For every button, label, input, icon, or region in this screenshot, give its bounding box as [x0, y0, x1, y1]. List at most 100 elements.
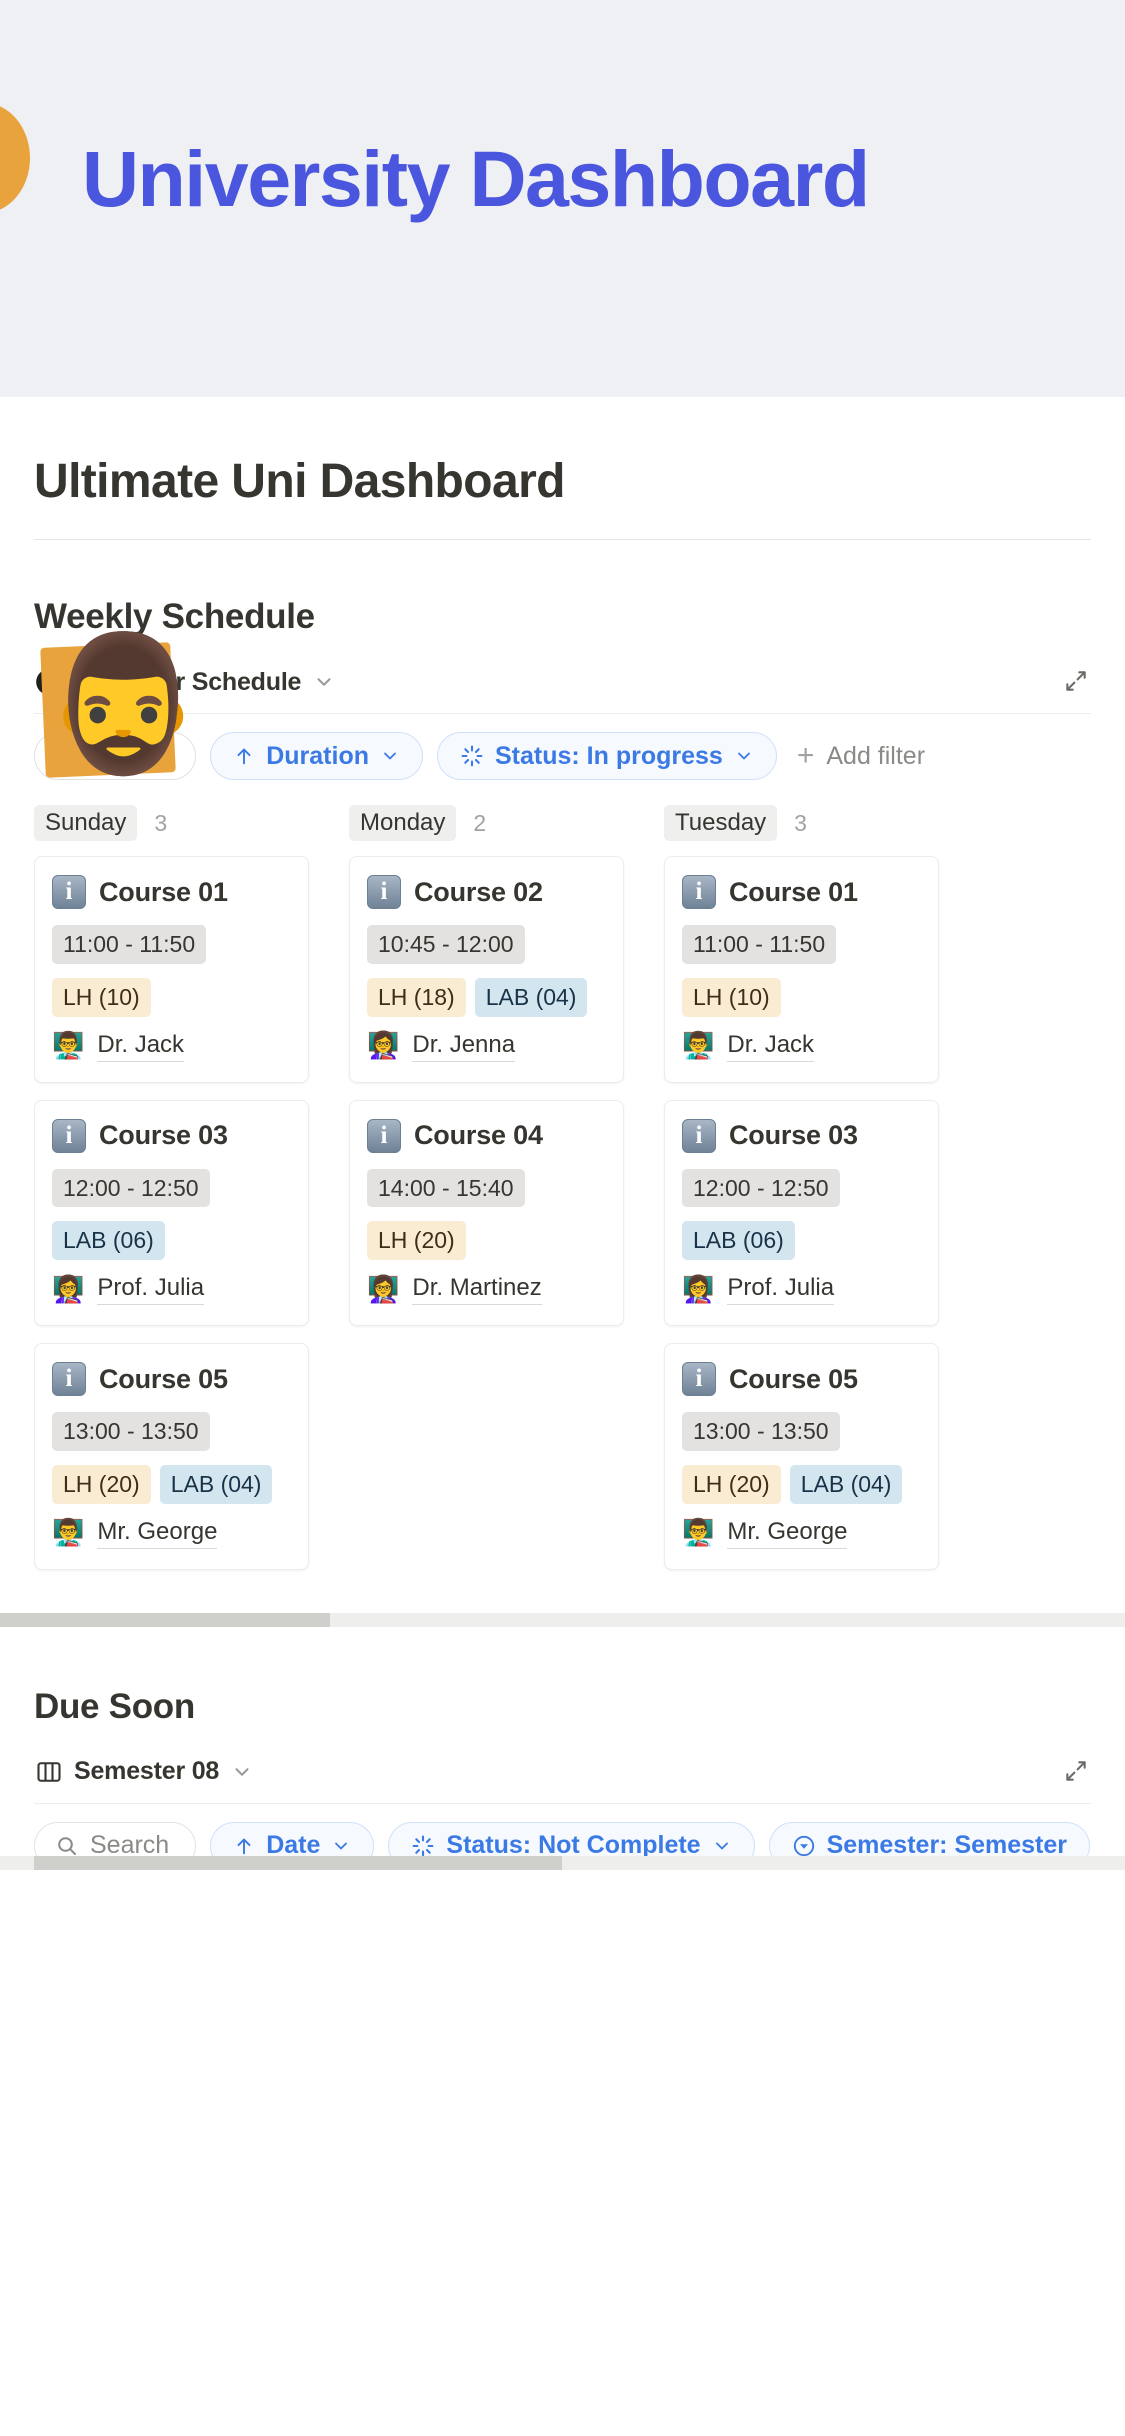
room-tag: LH (18)	[367, 977, 466, 1017]
course-teacher-row[interactable]: 👩‍🏫 Dr. Martinez	[367, 1274, 606, 1306]
course-time-tag: 13:00 - 13:50	[52, 1412, 210, 1451]
course-time-tag: 10:45 - 12:00	[367, 925, 525, 964]
room-tag: LAB (04)	[159, 1464, 273, 1504]
board-column-name: Monday	[349, 805, 457, 842]
board-column-header[interactable]: Sunday 3	[34, 804, 309, 842]
chevron-down-icon[interactable]	[313, 671, 335, 693]
course-time-tag: 11:00 - 11:50	[682, 925, 837, 964]
teacher-avatar-icon: 👨‍🏫	[682, 1031, 715, 1062]
arrow-up-icon	[233, 745, 255, 767]
teacher-avatar-icon: 👨‍🏫	[682, 1518, 715, 1549]
expand-weekly-schedule-button[interactable]	[1061, 666, 1091, 696]
course-title: Course 01	[729, 876, 858, 907]
sort-duration-label: Duration	[266, 741, 369, 770]
teacher-name-link[interactable]: Mr. George	[727, 1518, 848, 1549]
information-icon: i	[52, 875, 86, 910]
board-column: Sunday 3 i Course 01 11:00 - 11:50 LH (10) 👨‍🏫…	[34, 804, 309, 1587]
course-room-tags: LAB (06)	[52, 1221, 291, 1261]
course-teacher-row[interactable]: 👨‍🏫 Mr. George	[682, 1518, 921, 1549]
course-card-header: i Course 01	[52, 875, 291, 910]
course-card[interactable]: i Course 04 14:00 - 15:40 LH (20) 👩‍🏫 Dr. Mar…	[349, 1099, 624, 1327]
course-room-tags: LAB (06)	[682, 1221, 921, 1261]
information-icon: i	[682, 1118, 716, 1153]
board-columns-icon	[34, 1757, 64, 1787]
add-filter-button[interactable]: + Add filter	[791, 741, 925, 771]
teacher-name-link[interactable]: Dr. Jack	[727, 1031, 815, 1062]
course-card[interactable]: i Course 05 13:00 - 13:50 LH (20) LAB (04) 👨‍…	[664, 1343, 939, 1570]
course-card[interactable]: i Course 05 13:00 - 13:50 LH (20) LAB (04) 👨‍…	[34, 1343, 309, 1570]
board-column-header[interactable]: Tuesday 3	[664, 804, 939, 842]
course-title: Course 03	[99, 1120, 228, 1151]
due-soon-view-header: Semester 08	[34, 1753, 1091, 1791]
course-time-row: 14:00 - 15:40	[367, 1168, 606, 1208]
course-time-row: 13:00 - 13:50	[682, 1412, 921, 1451]
course-teacher-row[interactable]: 👩‍🏫 Dr. Jenna	[367, 1031, 606, 1062]
room-tag: LH (20)	[367, 1221, 466, 1261]
course-time-tag: 13:00 - 13:50	[682, 1412, 840, 1451]
teacher-name-link[interactable]: Prof. Julia	[97, 1274, 205, 1306]
teacher-avatar-icon: 👩‍🏫	[52, 1274, 85, 1305]
course-card-header: i Course 03	[52, 1118, 291, 1153]
course-card[interactable]: i Course 03 12:00 - 12:50 LAB (06) 👩‍🏫 Prof. …	[664, 1099, 939, 1327]
room-tag: LH (10)	[682, 977, 781, 1017]
board-column-count: 3	[794, 809, 807, 836]
page-title: Ultimate Uni Dashboard	[34, 455, 565, 508]
room-tag: LH (20)	[682, 1464, 781, 1504]
board-column-name: Tuesday	[664, 805, 778, 842]
course-teacher-row[interactable]: 👩‍🏫 Prof. Julia	[52, 1274, 291, 1306]
board-column-header[interactable]: Monday 2	[349, 804, 624, 842]
add-filter-label: Add filter	[826, 741, 926, 770]
search-icon	[55, 1834, 79, 1858]
information-icon: i	[52, 1118, 86, 1153]
course-time-tag: 12:00 - 12:50	[52, 1168, 210, 1208]
course-teacher-row[interactable]: 👩‍🏫 Prof. Julia	[682, 1274, 921, 1306]
board-horizontal-scrollbar[interactable]	[0, 1612, 1125, 1627]
status-spinner-icon	[460, 744, 484, 768]
scrollbar-thumb[interactable]	[34, 1855, 562, 1870]
course-title: Course 02	[414, 876, 543, 907]
teacher-name-link[interactable]: Dr. Jack	[97, 1031, 185, 1062]
sort-duration-chip[interactable]: Duration	[210, 732, 423, 781]
information-icon: i	[682, 875, 716, 910]
course-time-row: 10:45 - 12:00	[367, 925, 606, 964]
board-column: Monday 2 i Course 02 10:45 - 12:00 LH (18) LAB…	[349, 804, 624, 1587]
information-icon: i	[367, 1118, 401, 1153]
course-title: Course 05	[99, 1363, 228, 1394]
due-soon-view-name[interactable]: Semester 08	[74, 1757, 219, 1786]
scrollbar-thumb[interactable]	[0, 1612, 330, 1627]
course-room-tags: LH (10)	[682, 977, 921, 1017]
chevron-down-icon	[734, 746, 754, 766]
chevron-down-icon	[380, 746, 400, 766]
course-room-tags: LH (18) LAB (04)	[367, 977, 606, 1017]
course-teacher-row[interactable]: 👨‍🏫 Dr. Jack	[52, 1031, 291, 1062]
course-card[interactable]: i Course 03 12:00 - 12:50 LAB (06) 👩‍🏫 Prof. …	[34, 1099, 309, 1327]
course-title: Course 01	[99, 876, 228, 907]
course-time-row: 11:00 - 11:50	[52, 925, 291, 964]
course-card-header: i Course 05	[52, 1362, 291, 1397]
teacher-avatar-icon: 👩‍🏫	[367, 1031, 400, 1062]
course-title: Course 05	[729, 1363, 858, 1394]
course-time-tag: 11:00 - 11:50	[52, 925, 207, 964]
course-card[interactable]: i Course 01 11:00 - 11:50 LH (10) 👨‍🏫 Dr. Jac…	[664, 856, 939, 1083]
page-horizontal-scrollbar[interactable]	[0, 1855, 1125, 1870]
due-soon-heading: Due Soon	[34, 1686, 195, 1726]
course-card[interactable]: i Course 01 11:00 - 11:50 LH (10) 👨‍🏫 Dr. Jac…	[34, 856, 309, 1083]
decorative-orange-circle	[0, 103, 30, 213]
plus-icon: +	[796, 739, 815, 773]
teacher-name-link[interactable]: Prof. Julia	[727, 1274, 835, 1306]
course-card-header: i Course 01	[682, 875, 921, 910]
filter-status-chip[interactable]: Status: In progress	[437, 732, 777, 781]
course-room-tags: LH (10)	[52, 977, 291, 1017]
page-icon[interactable]: 🧔‍♂️	[40, 620, 209, 788]
teacher-name-link[interactable]: Mr. George	[97, 1518, 218, 1549]
expand-due-soon-button[interactable]	[1061, 1756, 1091, 1786]
weekly-schedule-board-viewport: Sunday 3 i Course 01 11:00 - 11:50 LH (10) 👨‍🏫…	[34, 804, 1125, 1587]
teacher-name-link[interactable]: Dr. Martinez	[412, 1274, 542, 1306]
course-card[interactable]: i Course 02 10:45 - 12:00 LH (18) LAB (04) 👩‍…	[349, 856, 624, 1083]
information-icon: i	[682, 1362, 716, 1397]
course-teacher-row[interactable]: 👨‍🏫 Mr. George	[52, 1518, 291, 1549]
due-soon-section: Due Soon Semester 08 Search Date Status:…	[34, 1687, 1091, 1870]
chevron-down-icon[interactable]	[231, 1761, 253, 1783]
course-teacher-row[interactable]: 👨‍🏫 Dr. Jack	[682, 1031, 921, 1062]
teacher-name-link[interactable]: Dr. Jenna	[412, 1031, 516, 1062]
